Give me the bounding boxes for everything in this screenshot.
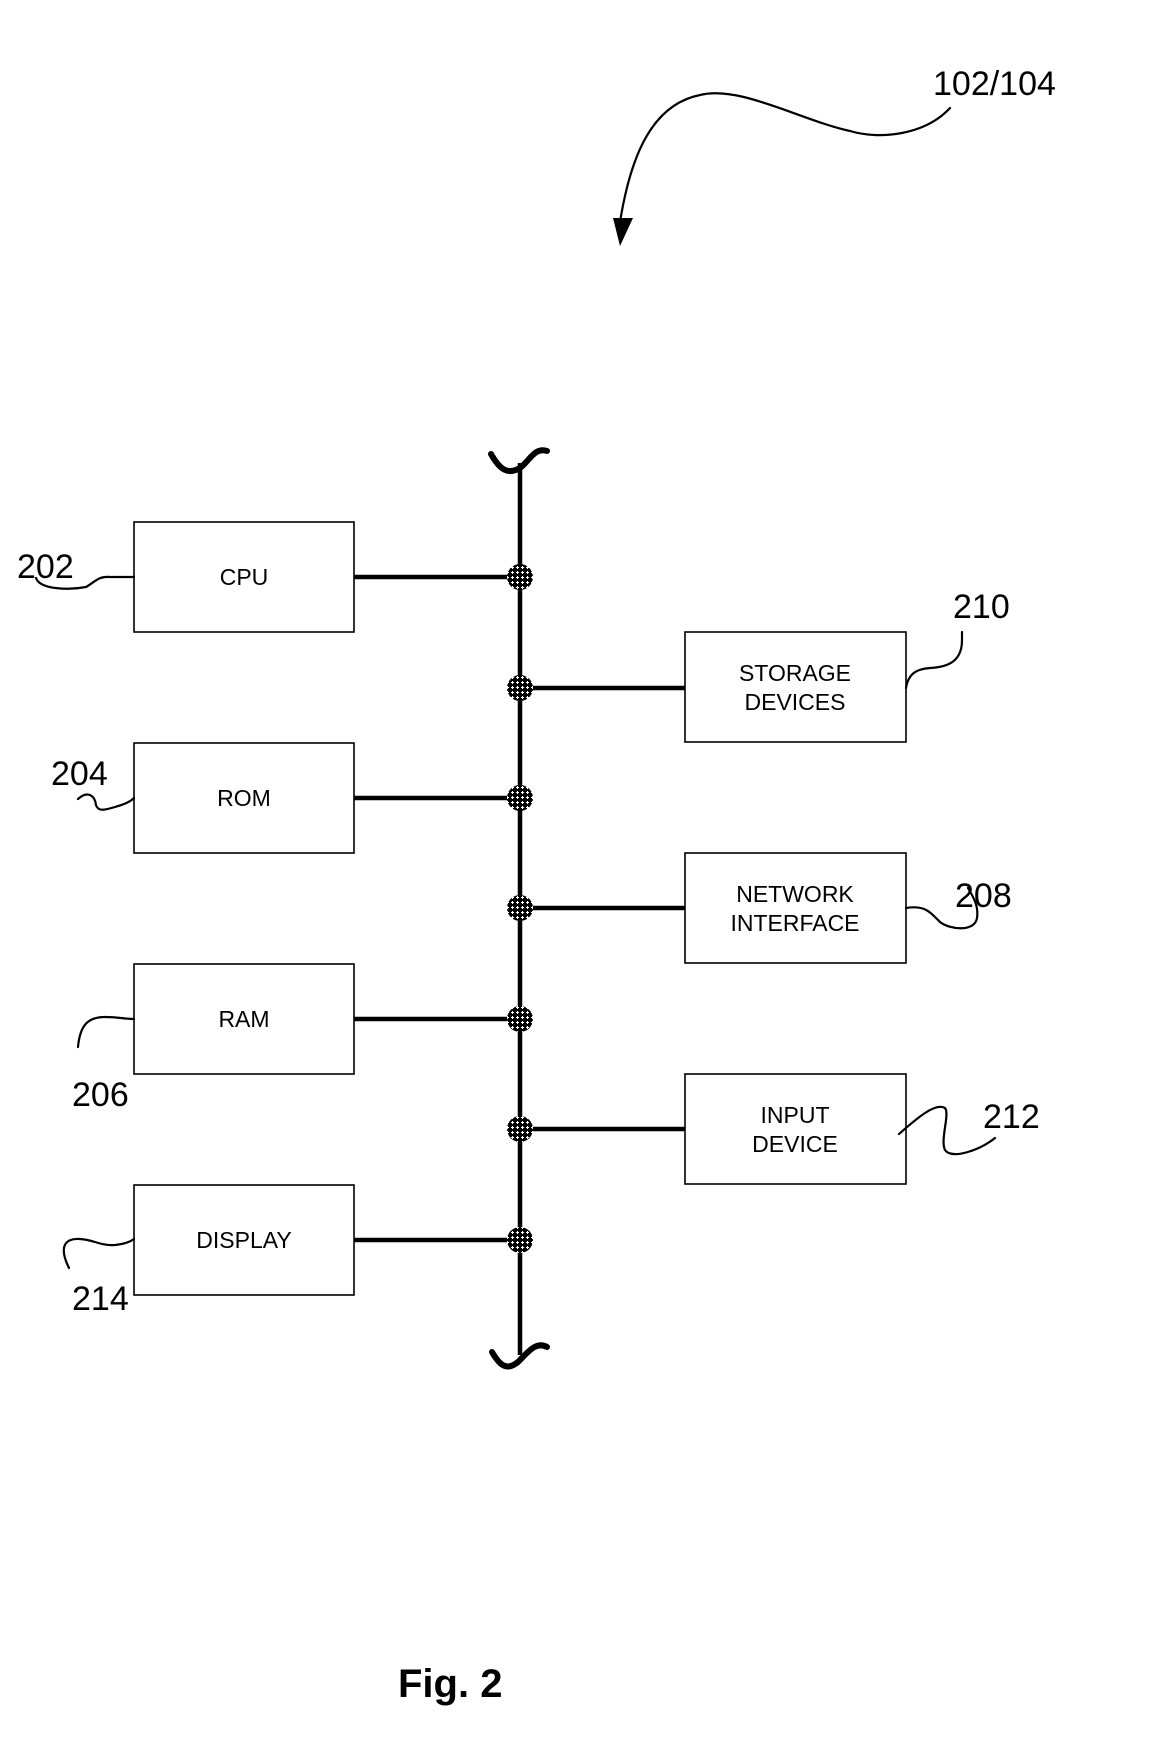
display-junction-dot	[507, 1227, 533, 1253]
system-reference: 102/104	[613, 65, 1056, 246]
cpu-ref: 202	[17, 548, 74, 586]
network-ref: 208	[955, 877, 1012, 915]
network-label-line2: INTERFACE	[730, 910, 859, 936]
rom-ref: 204	[51, 755, 108, 793]
component-network: NETWORK INTERFACE 208	[507, 852, 1012, 964]
component-rom: ROM 204	[51, 742, 533, 854]
block-diagram: 102/104 CPU 202 ROM 204 RAM 206 DISPLAY	[17, 65, 1056, 1706]
rom-label: ROM	[217, 785, 271, 811]
rom-junction-dot	[507, 785, 533, 811]
cpu-junction-dot	[507, 564, 533, 590]
component-storage: STORAGE DEVICES 210	[507, 588, 1010, 743]
storage-label-line1: STORAGE	[739, 660, 851, 686]
ram-ref: 206	[72, 1076, 129, 1114]
cpu-label: CPU	[220, 564, 269, 590]
display-label: DISPLAY	[196, 1227, 291, 1253]
network-box	[684, 852, 907, 964]
storage-label-line2: DEVICES	[745, 689, 846, 715]
component-cpu: CPU 202	[17, 521, 533, 633]
component-input: INPUT DEVICE 212	[507, 1073, 1040, 1185]
storage-ref-leader	[904, 630, 964, 690]
display-ref: 214	[72, 1280, 129, 1318]
ram-label: RAM	[218, 1006, 269, 1032]
input-label-line1: INPUT	[761, 1102, 830, 1128]
component-display: DISPLAY 214	[62, 1184, 533, 1318]
figure-caption: Fig. 2	[398, 1662, 502, 1706]
input-ref-leader	[897, 1105, 997, 1156]
rom-ref-leader	[76, 793, 136, 811]
input-label-line2: DEVICE	[752, 1131, 838, 1157]
input-junction-dot	[507, 1116, 533, 1142]
ram-ref-leader	[76, 1015, 136, 1049]
input-box	[684, 1073, 907, 1185]
arrow-head-icon	[613, 218, 633, 246]
ram-junction-dot	[507, 1006, 533, 1032]
reference-arrow-line	[618, 92, 952, 224]
storage-box	[684, 631, 907, 743]
component-ram: RAM 206	[72, 963, 533, 1114]
system-reference-label: 102/104	[933, 65, 1056, 103]
storage-ref: 210	[953, 588, 1010, 626]
network-junction-dot	[507, 895, 533, 921]
display-ref-leader	[62, 1237, 136, 1270]
storage-junction-dot	[507, 675, 533, 701]
bus-break-top-icon	[488, 447, 550, 475]
input-ref: 212	[983, 1098, 1040, 1136]
network-label-line1: NETWORK	[736, 881, 854, 907]
